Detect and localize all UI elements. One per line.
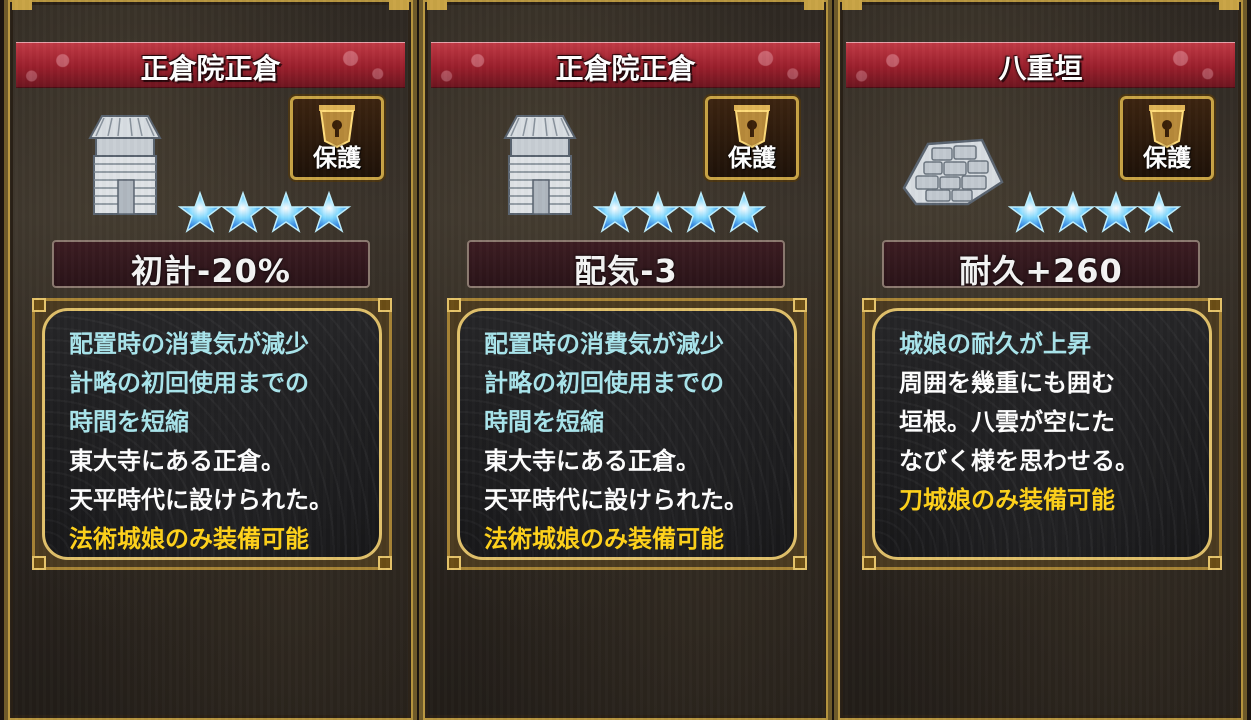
star-icon	[1050, 190, 1096, 233]
protect-label: 保護	[1143, 144, 1191, 172]
item-title: 八重垣	[998, 52, 1083, 85]
equipment-card-1[interactable]: 正倉院正倉 保護 初計-20% 配置時の消費気が減少 計略の初回使用までの 時間…	[4, 0, 417, 720]
stat-value: 配気-3	[574, 252, 678, 290]
star-icon	[306, 190, 352, 233]
restriction-text: 刀城娘のみ装備可能	[899, 486, 1115, 514]
description-panel: 配置時の消費気が減少 計略の初回使用までの 時間を短縮 東大寺にある正倉。 天平…	[447, 298, 807, 570]
protect-label: 保護	[313, 144, 361, 172]
protect-badge[interactable]: 保護	[1120, 96, 1214, 180]
flavor-text: 東大寺にある正倉。	[69, 447, 285, 475]
stat-box: 配気-3	[467, 240, 785, 290]
protect-badge[interactable]: 保護	[290, 96, 384, 180]
effect-text: 時間を短縮	[69, 408, 189, 436]
star-icon	[178, 190, 223, 233]
item-title: 正倉院正倉	[140, 52, 281, 85]
star-icon	[721, 190, 767, 233]
flavor-text: 天平時代に設けられた。	[69, 486, 333, 514]
stat-box: 耐久+260	[882, 240, 1200, 290]
stat-value: 初計-20%	[131, 252, 291, 290]
flavor-text: 垣根。八雲が空にた	[899, 408, 1115, 436]
effect-text: 時間を短縮	[484, 408, 604, 436]
protect-badge[interactable]: 保護	[705, 96, 799, 180]
flavor-text: なびく様を思わせる。	[899, 447, 1139, 475]
star-icon	[1093, 190, 1139, 233]
effect-text: 計略の初回使用までの	[484, 369, 724, 397]
rarity-stars	[178, 190, 354, 236]
star-icon	[635, 190, 681, 233]
restriction-text: 法術城娘のみ装備可能	[69, 525, 309, 553]
effect-text: 城娘の耐久が上昇	[899, 330, 1091, 358]
flavor-text: 東大寺にある正倉。	[484, 447, 700, 475]
title-banner: 正倉院正倉	[431, 42, 820, 88]
flavor-text: 周囲を幾重にも囲む	[899, 369, 1115, 397]
equipment-card-2[interactable]: 正倉院正倉 保護 配気-3 配置時の消費気が減少 計略の初回使用までの 時間を短…	[419, 0, 832, 720]
restriction-text: 法術城娘のみ装備可能	[484, 525, 724, 553]
star-icon	[1136, 190, 1182, 233]
item-title: 正倉院正倉	[555, 52, 696, 85]
rarity-stars	[593, 190, 769, 236]
title-banner: 八重垣	[846, 42, 1235, 88]
stat-value: 耐久+260	[959, 252, 1123, 290]
storehouse-icon	[495, 110, 585, 220]
description-panel: 配置時の消費気が減少 計略の初回使用までの 時間を短縮 東大寺にある正倉。 天平…	[32, 298, 392, 570]
stone-wall-icon	[898, 110, 1008, 220]
rarity-stars	[1008, 190, 1184, 236]
star-icon	[593, 190, 638, 233]
star-icon	[1008, 190, 1053, 233]
protect-label: 保護	[728, 144, 776, 172]
stat-box: 初計-20%	[52, 240, 370, 290]
equipment-card-3[interactable]: 八重垣 保護 耐久+260 城娘の耐久が上昇 周囲を幾重にも囲む 垣根。八雲が空…	[834, 0, 1247, 720]
star-icon	[678, 190, 724, 233]
flavor-text: 天平時代に設けられた。	[484, 486, 748, 514]
title-banner: 正倉院正倉	[16, 42, 405, 88]
effect-text: 配置時の消費気が減少	[484, 330, 724, 358]
description-panel: 城娘の耐久が上昇 周囲を幾重にも囲む 垣根。八雲が空にた なびく様を思わせる。 …	[862, 298, 1222, 570]
star-icon	[263, 190, 309, 233]
effect-text: 計略の初回使用までの	[69, 369, 309, 397]
effect-text: 配置時の消費気が減少	[69, 330, 309, 358]
star-icon	[220, 190, 266, 233]
storehouse-icon	[80, 110, 170, 220]
